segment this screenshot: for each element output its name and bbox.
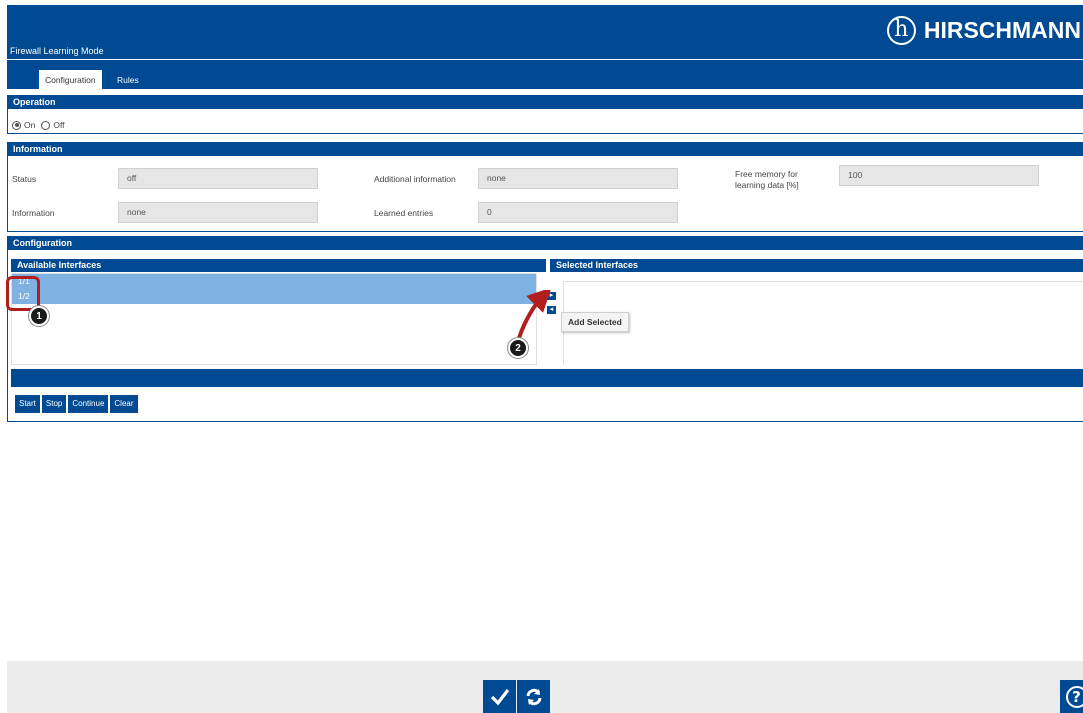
action-buttons: Start Stop Continue Clear xyxy=(15,395,140,413)
continue-button[interactable]: Continue xyxy=(68,395,109,413)
reload-button[interactable] xyxy=(517,680,550,713)
help-icon: ? xyxy=(1065,685,1083,708)
stop-button[interactable]: Stop xyxy=(41,395,67,413)
available-interfaces-heading: Available Interfaces xyxy=(11,259,546,272)
tab-rules[interactable]: Rules xyxy=(111,70,145,90)
step-badge-2: 2 xyxy=(508,338,528,358)
step-badge-1: 1 xyxy=(29,306,49,326)
tab-configuration[interactable]: Configuration xyxy=(39,70,102,90)
selected-interfaces-list[interactable] xyxy=(563,281,1083,365)
learned-entries-label: Learned entries xyxy=(374,208,434,218)
footer-bar: ? xyxy=(7,661,1083,713)
reload-icon xyxy=(526,688,541,705)
list-item[interactable]: 1/1 xyxy=(12,274,536,289)
hirschmann-logo-icon: h xyxy=(886,15,916,45)
help-button[interactable]: ? xyxy=(1060,680,1083,713)
configuration-heading: Configuration xyxy=(8,237,1083,250)
action-strip xyxy=(11,369,1083,387)
free-memory-field: 100 xyxy=(839,165,1039,186)
brand-logo: h HIRSCHMANN xyxy=(886,15,1081,45)
apply-button[interactable] xyxy=(483,680,516,713)
radio-off[interactable] xyxy=(41,120,51,130)
free-memory-label: Free memory for learning data [%] xyxy=(735,169,799,190)
brand-name: HIRSCHMANN xyxy=(923,16,1081,43)
status-field: off xyxy=(118,168,318,189)
additional-info-field: none xyxy=(478,168,678,189)
annotation-arrow-icon xyxy=(517,290,552,339)
list-item[interactable]: 1/2 xyxy=(12,289,536,304)
radio-on-label: On xyxy=(24,120,36,130)
selected-interfaces-heading: Selected Interfaces xyxy=(550,259,1083,272)
add-selected-tooltip: Add Selected xyxy=(561,312,629,332)
checkmark-icon xyxy=(490,688,509,705)
clear-button[interactable]: Clear xyxy=(110,395,138,413)
additional-info-label: Additional information xyxy=(374,174,456,184)
radio-off-label: Off xyxy=(53,120,65,130)
app-header: Firewall Learning Mode h HIRSCHMANN xyxy=(7,5,1083,59)
page-title: Firewall Learning Mode xyxy=(10,46,104,56)
tab-bar: Configuration Rules xyxy=(7,60,1083,91)
information-panel: Information Status off Additional inform… xyxy=(7,142,1083,232)
information-field: none xyxy=(118,202,318,223)
status-label: Status xyxy=(12,174,37,184)
operation-heading: Operation xyxy=(8,96,1083,109)
operation-panel: Operation On Off xyxy=(7,95,1083,134)
information-label: Information xyxy=(12,208,55,218)
information-heading: Information xyxy=(8,143,1083,156)
learned-entries-field: 0 xyxy=(478,202,678,223)
start-button[interactable]: Start xyxy=(15,395,40,413)
operation-radio-group: On Off xyxy=(12,120,71,130)
available-interfaces-list[interactable]: 1/1 1/2 xyxy=(11,273,537,365)
radio-on[interactable] xyxy=(12,120,21,130)
